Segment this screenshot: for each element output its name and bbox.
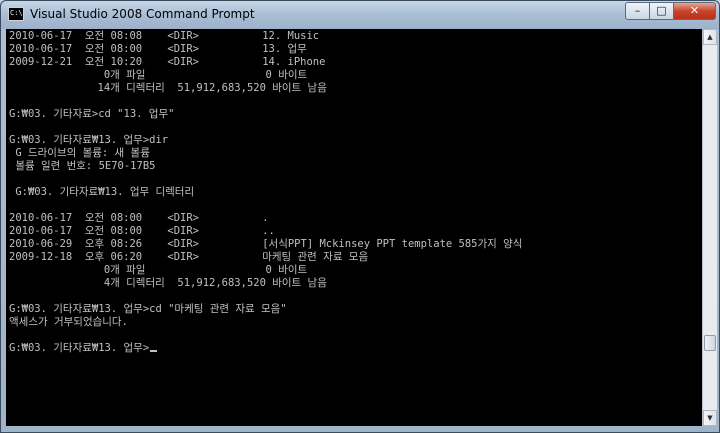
- scrollbar-thumb[interactable]: [704, 335, 716, 351]
- console-line: G:₩03. 기타자료₩13. 업무>cd "마케팅 관련 자료 모음": [9, 303, 287, 315]
- scroll-down-arrow-icon[interactable]: ▼: [703, 410, 717, 426]
- console-line: 4개 디렉터리 51,912,683,520 바이트 남음: [9, 277, 327, 289]
- console-line: G:₩03. 기타자료₩13. 업무 디렉터리: [9, 186, 195, 198]
- console-line: 2010-06-17 오전 08:08 <DIR> 12. Music: [9, 30, 320, 42]
- scroll-up-arrow-icon[interactable]: ▲: [703, 29, 717, 45]
- console-line: 2010-06-29 오후 08:26 <DIR> [서식PPT] Mckins…: [9, 238, 523, 250]
- console-line: 2010-06-17 오전 08:00 <DIR> 13. 업무: [9, 43, 307, 55]
- prompt-line[interactable]: G:₩03. 기타자료₩13. 업무>: [9, 342, 158, 355]
- text-cursor: [150, 350, 158, 352]
- console-line: G 드라이브의 볼륨: 새 볼륨: [9, 147, 150, 159]
- console-line: G:₩03. 기타자료>cd "13. 업무": [9, 108, 175, 120]
- console-line: 0개 파일 0 바이트: [9, 69, 308, 81]
- maximize-button[interactable]: □: [649, 2, 674, 20]
- console-line: G:₩03. 기타자료₩13. 업무>dir: [9, 134, 169, 146]
- console-line: 2009-12-18 오후 06:20 <DIR> 마케팅 관련 자료 모음: [9, 251, 369, 263]
- close-button[interactable]: ✕: [673, 2, 716, 20]
- minimize-button[interactable]: –: [625, 2, 650, 20]
- console-line: 볼륨 일련 번호: 5E70-17B5: [9, 160, 156, 172]
- console-line: 14개 디렉터리 51,912,683,520 바이트 남음: [9, 82, 327, 94]
- prompt-text: G:₩03. 기타자료₩13. 업무>: [9, 342, 150, 354]
- console-line: 0개 파일 0 바이트: [9, 264, 308, 276]
- console-app-icon[interactable]: C:\: [8, 7, 24, 21]
- console-output[interactable]: 2010-06-17 오전 08:08 <DIR> 12. Music 2010…: [6, 29, 702, 426]
- console-line: 2010-06-17 오전 08:00 <DIR> .: [9, 212, 269, 224]
- console-line: 액세스가 거부되었습니다.: [9, 316, 128, 328]
- console-line: 2009-12-21 오전 10:20 <DIR> 14. iPhone: [9, 56, 326, 68]
- window-title: Visual Studio 2008 Command Prompt: [30, 7, 255, 21]
- console-line: 2010-06-17 오전 08:00 <DIR> ..: [9, 225, 275, 237]
- command-prompt-window: C:\ Visual Studio 2008 Command Prompt – …: [0, 0, 720, 433]
- vertical-scrollbar[interactable]: ▲ ▼: [702, 29, 717, 426]
- title-bar[interactable]: C:\ Visual Studio 2008 Command Prompt – …: [1, 1, 719, 29]
